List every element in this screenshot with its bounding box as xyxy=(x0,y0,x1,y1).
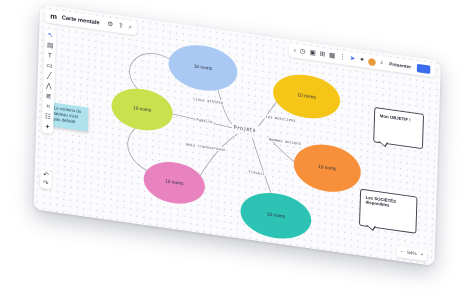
export-icon[interactable]: ⇪ xyxy=(118,22,124,29)
cursor-icon[interactable]: ➤ xyxy=(350,55,356,62)
add-icon[interactable]: + xyxy=(45,124,49,131)
connector-pink xyxy=(199,133,238,178)
present-button[interactable]: Présenter xyxy=(387,61,413,70)
app-logo[interactable]: m xyxy=(50,12,57,21)
undo-icon[interactable]: ↶ xyxy=(43,172,49,179)
redo-icon[interactable]: ↷ xyxy=(43,180,49,187)
callout-objective-text: Mon OBJETIF ! xyxy=(379,113,411,123)
more-icon[interactable]: ⋮ xyxy=(339,54,346,61)
comment-icon[interactable]: ▭ xyxy=(46,63,53,70)
undo-redo-bar: ↶ ↷ xyxy=(39,169,52,190)
avatar[interactable] xyxy=(368,57,377,66)
screenshot-stage: Linux athlète Les musiciens Famille Homm… xyxy=(0,0,464,298)
search-icon[interactable]: ⌕ xyxy=(128,24,132,31)
chevron-left-icon[interactable]: ‹ xyxy=(294,47,296,54)
share-button[interactable] xyxy=(416,63,431,75)
frame-tool-icon[interactable]: ⌗ xyxy=(46,103,50,110)
table-icon[interactable]: ▦ xyxy=(329,52,336,59)
frame-icon[interactable]: ▣ xyxy=(309,50,316,57)
lines-tool-icon[interactable]: ≣ xyxy=(46,93,52,100)
board-title[interactable]: Carte mentale xyxy=(62,15,100,26)
whiteboard-window: Linux athlète Les musiciens Famille Homm… xyxy=(33,4,442,267)
callout-companies[interactable]: Les SOCIÉTÉS disponibles xyxy=(359,188,418,234)
timer-icon[interactable]: ◷ xyxy=(300,48,306,55)
select-tool-icon[interactable]: ↖ xyxy=(48,32,54,39)
settings-icon[interactable]: ⚙ xyxy=(107,21,113,28)
zoom-level[interactable]: 54% xyxy=(407,250,417,257)
callout-companies-text: Les SOCIÉTÉS disponibles xyxy=(365,195,397,208)
bell-icon[interactable]: ♪ xyxy=(380,60,384,67)
celebrate-icon[interactable]: ✦ xyxy=(359,57,365,64)
zoom-out-button[interactable]: − xyxy=(400,249,403,255)
pen-tool-icon[interactable]: ╱ xyxy=(47,73,51,80)
shapes-tool-icon[interactable]: ⋀ xyxy=(46,83,52,90)
templates-icon[interactable]: ▤ xyxy=(47,42,54,49)
callout-objective[interactable]: Mon OBJETIF ! xyxy=(373,107,425,150)
zoom-in-button[interactable]: + xyxy=(420,252,423,258)
text-tool-icon[interactable]: T xyxy=(48,53,52,60)
apps-icon[interactable]: ☷ xyxy=(45,113,51,120)
grid-icon[interactable]: ⊞ xyxy=(320,51,326,58)
